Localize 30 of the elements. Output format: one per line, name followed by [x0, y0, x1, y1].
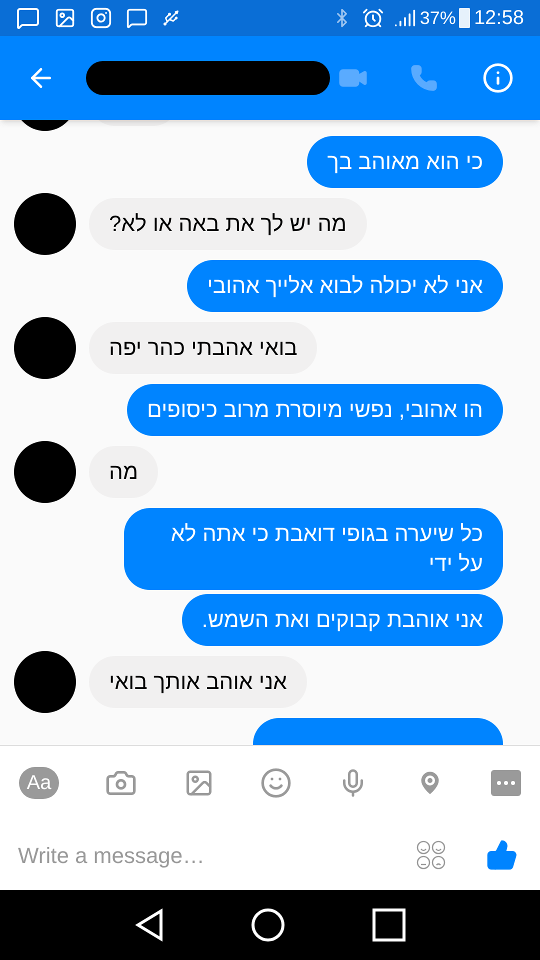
message-bubble: בואי אהבתי כהר יפה — [89, 322, 318, 374]
message-bubble: אני אוהבת קבוקים ואת השמש. — [182, 594, 503, 646]
alarm-icon — [362, 7, 384, 29]
battery-icon — [458, 8, 470, 28]
message-bubble: אני אוהב אותך בואי — [89, 656, 307, 708]
more-button[interactable] — [490, 770, 521, 796]
message-bubble: כי הוא מאוהב בך — [307, 136, 503, 188]
message-bubble: מה — [89, 446, 158, 498]
message-bubble: הו אהובי, נפשי מיוסרת מרוב כיסופים — [126, 384, 503, 436]
message-bubble: כל שיערה בגופי דואבת כי אתה לא על ידי — [124, 508, 503, 590]
recents-nav-icon[interactable] — [372, 908, 406, 942]
signal-icon — [394, 7, 416, 29]
usb-icon — [162, 9, 180, 27]
message-bubble: אני לא יכולה לבוא אלייך אהובי — [187, 260, 503, 312]
clock: 12:58 — [474, 6, 524, 31]
call-button[interactable] — [410, 64, 438, 92]
message-input[interactable]: Write a message… — [18, 838, 416, 872]
back-nav-icon[interactable] — [134, 908, 164, 942]
message-bubble: מה יש לך את באה או לא? — [89, 198, 367, 250]
like-button[interactable] — [486, 839, 518, 871]
image-icon — [54, 7, 76, 29]
info-button[interactable] — [482, 62, 514, 94]
message-icon — [126, 7, 148, 29]
text-style-button[interactable]: Aa — [19, 767, 59, 799]
home-nav-icon[interactable] — [250, 908, 285, 942]
emoji-button[interactable] — [260, 767, 292, 799]
battery-percent: 37% — [420, 6, 456, 30]
camera-app-icon — [90, 7, 112, 29]
gallery-button[interactable] — [184, 768, 214, 798]
stickers-button[interactable] — [416, 840, 446, 870]
